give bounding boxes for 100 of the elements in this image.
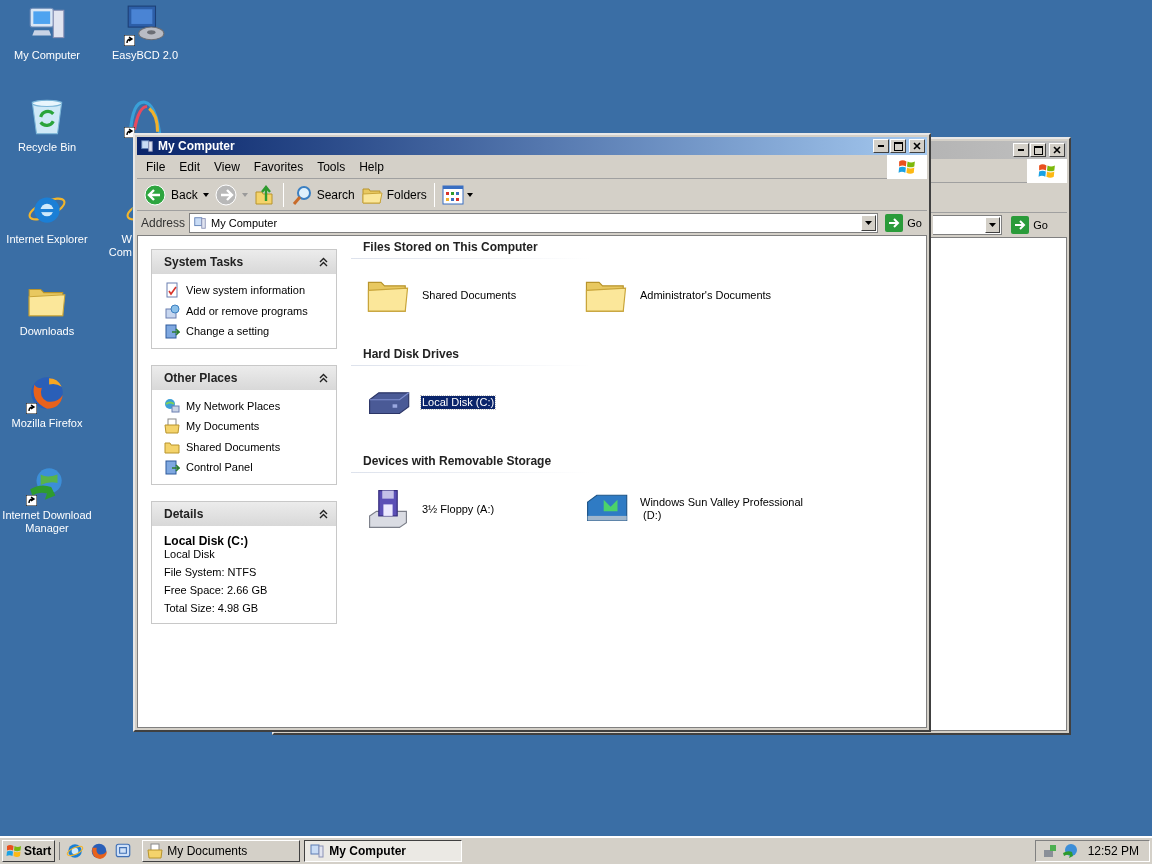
shortcut-arrow-icon	[124, 35, 135, 46]
menu-item[interactable]: View	[207, 157, 247, 176]
caret-icon	[202, 192, 209, 197]
group-heading: Hard Disk Drives	[362, 346, 461, 363]
drive-item-label[interactable]: Windows Sun Valley Professional (D:)	[639, 496, 805, 522]
task-link[interactable]: Control Panel	[186, 459, 253, 476]
group-heading: Devices with Removable Storage	[362, 453, 553, 470]
control-panel-icon	[164, 323, 180, 340]
details-text: File System: NTFS	[164, 565, 258, 579]
caret-icon	[865, 221, 873, 225]
address-field[interactable]	[933, 215, 1003, 235]
clock: 12:52 PM	[1087, 843, 1139, 860]
desktop-icon-label[interactable]: Downloads	[19, 322, 75, 338]
download-globe-icon	[1061, 843, 1078, 859]
panel-title: Details	[164, 505, 204, 523]
desktop-icon-label[interactable]: EasyBCD 2.0	[112, 46, 178, 62]
panel-title: Other Places	[164, 369, 238, 387]
start-button[interactable]: Start	[2, 840, 56, 862]
close-icon	[1053, 146, 1061, 154]
desktop-icon-label[interactable]: Recycle Bin	[17, 138, 77, 154]
caret-icon	[241, 192, 248, 197]
dropdown-button[interactable]	[861, 215, 877, 231]
window-title: My Computer	[158, 138, 235, 155]
desktop-icon-label[interactable]: My Computer	[14, 46, 80, 62]
installer-icon	[164, 302, 180, 319]
task-link[interactable]: Add or remove programs	[186, 302, 308, 319]
search-icon	[290, 183, 313, 206]
computer-icon	[140, 139, 154, 153]
minimize-button[interactable]	[1013, 143, 1029, 157]
minimize-icon	[878, 145, 884, 147]
collapse-icon[interactable]	[319, 508, 328, 519]
details-text: Local Disk	[164, 547, 216, 561]
panel-title: System Tasks	[164, 254, 244, 271]
drive-item-label[interactable]: Local Disk (C:)	[421, 395, 496, 409]
document-folder-icon	[147, 843, 164, 859]
menu-item[interactable]: Tools	[310, 157, 353, 176]
task-link[interactable]: Change a setting	[186, 323, 270, 340]
task-link[interactable]: Shared Documents	[186, 438, 281, 455]
go-button[interactable]: Go	[1008, 215, 1051, 235]
collapse-icon[interactable]	[319, 372, 328, 383]
menu-item[interactable]: Favorites	[246, 157, 311, 176]
address-value: My Computer	[211, 215, 278, 231]
document-check-icon	[164, 282, 180, 299]
go-button[interactable]: Go	[882, 213, 925, 233]
group-heading: Files Stored on This Computer	[362, 239, 539, 256]
address-field[interactable]: My Computer	[189, 213, 879, 233]
panel-header[interactable]: Other Places	[152, 365, 336, 390]
document-folder-icon	[164, 418, 180, 435]
caret-icon	[466, 192, 473, 197]
task-link[interactable]: My Network Places	[186, 397, 281, 414]
panel-header[interactable]: Details	[152, 501, 336, 526]
drive-item-label[interactable]: Shared Documents	[421, 288, 518, 302]
drive-item-label[interactable]: Administrator's Documents	[639, 288, 773, 302]
desktop-icon-label[interactable]: Mozilla Firefox	[11, 414, 83, 430]
control-panel-icon	[164, 459, 180, 476]
folder-up-icon	[253, 183, 276, 206]
drive-item-label[interactable]: 3½ Floppy (A:)	[421, 502, 496, 516]
minimize-button[interactable]	[873, 139, 889, 153]
windows-logo-icon	[6, 843, 22, 859]
windows-logo-icon	[898, 157, 916, 176]
desktop-icon-label[interactable]: Internet Explorer	[6, 230, 88, 246]
maximize-button[interactable]	[890, 139, 906, 153]
taskbar-button[interactable]: My Computer	[304, 840, 463, 862]
desktop-icon-label[interactable]: Internet Download Manager	[2, 506, 92, 535]
taskbar-button[interactable]: My Documents	[142, 840, 301, 862]
address-label: Address	[141, 215, 186, 232]
menu-item[interactable]: Edit	[172, 157, 208, 176]
view-grid-icon	[441, 184, 464, 205]
details-name: Local Disk (C:)	[164, 533, 249, 548]
shortcut-arrow-icon	[26, 495, 37, 506]
task-link[interactable]: My Documents	[186, 418, 260, 435]
dropdown-button[interactable]	[985, 217, 1001, 233]
hardware-icon	[1041, 843, 1058, 859]
menu-item[interactable]: File	[139, 157, 173, 176]
folders-button[interactable]: Folders	[357, 180, 430, 209]
windows-logo-icon	[1038, 162, 1056, 180]
minimize-icon	[1018, 149, 1024, 151]
computer-icon	[193, 216, 208, 230]
maximize-button[interactable]	[1030, 143, 1046, 157]
browser-icon	[66, 842, 85, 860]
network-icon	[164, 397, 180, 414]
back-button[interactable]: Back	[141, 180, 212, 209]
fox-globe-icon	[90, 842, 109, 860]
shortcut-arrow-icon	[26, 403, 37, 414]
menu-item[interactable]: Help	[352, 157, 391, 176]
maximize-icon	[893, 141, 903, 151]
maximize-icon	[1033, 145, 1043, 155]
close-icon	[913, 142, 921, 150]
search-button[interactable]: Search	[287, 180, 358, 209]
task-link[interactable]: View system information	[186, 282, 305, 299]
caret-icon	[989, 223, 997, 227]
close-button[interactable]	[1049, 143, 1065, 157]
panel-header[interactable]: System Tasks	[152, 250, 336, 274]
desktop-icon	[114, 842, 133, 860]
details-text: Free Space: 2.66 GB	[164, 583, 269, 597]
close-button[interactable]	[909, 139, 925, 153]
desktop-icon-label[interactable]: W Com	[108, 230, 132, 259]
collapse-icon[interactable]	[319, 257, 328, 267]
details-text: Total Size: 4.98 GB	[164, 601, 260, 615]
computer-icon	[309, 843, 326, 859]
